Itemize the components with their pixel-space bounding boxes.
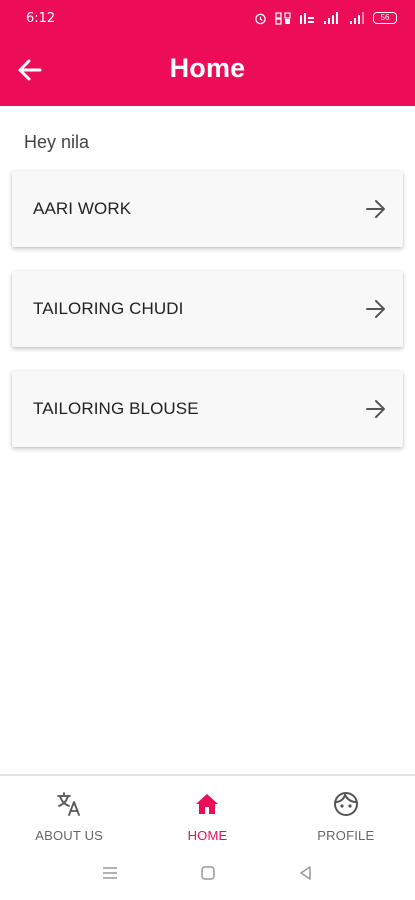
signal-icon	[349, 11, 365, 25]
nav-item-profile[interactable]: PROFILE	[277, 776, 415, 846]
page-title: Home	[169, 53, 246, 83]
card-label: TAILORING CHUDI	[33, 299, 184, 318]
nav-label: PROFILE	[317, 828, 375, 843]
nav-item-about-us[interactable]: ABOUT US	[0, 776, 138, 846]
bottom-nav: ABOUT US HOME PROFILE	[0, 774, 415, 846]
arrow-right-icon	[363, 296, 389, 322]
signal-icon	[323, 11, 341, 25]
alarm-icon	[254, 12, 267, 25]
status-bar: 6:12 56	[0, 0, 415, 36]
menu-icon[interactable]	[101, 864, 119, 882]
arrow-right-icon	[363, 196, 389, 222]
data-saver-icon	[275, 11, 291, 25]
greeting-text: Hey nila	[24, 132, 90, 152]
home-square-icon[interactable]	[199, 864, 217, 882]
arrow-right-icon	[363, 396, 389, 422]
card-tailoring-chudi[interactable]: TAILORING CHUDI	[12, 271, 403, 347]
nav-item-home[interactable]: HOME	[138, 776, 276, 846]
system-nav-bar	[0, 846, 415, 900]
back-triangle-icon[interactable]	[297, 864, 315, 882]
volte-icon	[299, 12, 315, 25]
app-bar: Home	[0, 36, 415, 106]
nav-label: HOME	[187, 828, 228, 843]
battery-indicator: 56	[373, 12, 397, 24]
card-aari-work[interactable]: AARI WORK	[12, 171, 403, 247]
status-time: 6:12	[26, 10, 56, 26]
card-label: TAILORING BLOUSE	[33, 399, 199, 418]
translate-icon	[55, 790, 83, 818]
status-icons: 56	[254, 11, 397, 25]
home-icon	[193, 790, 221, 818]
card-label: AARI WORK	[33, 199, 132, 218]
nav-label: ABOUT US	[35, 828, 104, 843]
card-tailoring-blouse[interactable]: TAILORING BLOUSE	[12, 371, 403, 447]
face-icon	[332, 790, 360, 818]
